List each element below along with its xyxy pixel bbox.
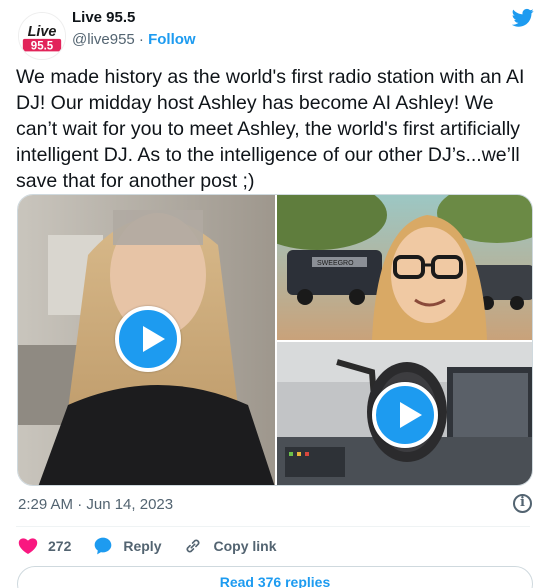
video-thumbnail-studio[interactable] (277, 342, 532, 485)
twitter-bird-icon[interactable] (512, 8, 534, 28)
logo-bottom-text: 95.5 (31, 40, 54, 52)
reply-bubble-icon (95, 537, 112, 555)
tweet-card: Live 95.5 Live 95.5 @live955 · Follow We… (0, 0, 546, 588)
reply-button[interactable]: Reply (93, 536, 161, 556)
link-icon (187, 539, 200, 553)
like-count: 272 (48, 538, 72, 554)
follow-button[interactable]: Follow (148, 31, 196, 48)
reply-label: Reply (123, 538, 162, 554)
separator: · (134, 31, 149, 48)
logo-top-text: Live (28, 24, 57, 40)
like-button[interactable]: 272 (18, 536, 71, 556)
image-ai-ashley[interactable]: SWEEGRO (277, 195, 532, 340)
copy-link-button[interactable]: Copy link (183, 536, 277, 556)
ai-ashley-art: SWEEGRO (277, 195, 532, 340)
copy-link-label: Copy link (213, 538, 277, 554)
video-thumbnail-left[interactable] (18, 195, 275, 485)
tweet-timestamp[interactable]: 2:29 AM · Jun 14, 2023 (18, 496, 173, 513)
media-grid: SWEEGRO (17, 194, 533, 486)
read-replies-button[interactable]: Read 376 replies (17, 566, 533, 588)
live955-logo: Live 95.5 (19, 13, 65, 59)
avatar[interactable]: Live 95.5 (18, 12, 66, 60)
divider (16, 526, 530, 527)
account-handle[interactable]: @live955 (72, 31, 135, 48)
account-name[interactable]: Live 95.5 (72, 9, 135, 26)
action-bar: 272 Reply Copy link (18, 536, 299, 556)
tweet-text: We made history as the world's first rad… (16, 66, 525, 192)
info-icon[interactable] (513, 494, 532, 513)
handle-row: @live955 · Follow (72, 31, 196, 48)
play-button-studio[interactable] (372, 382, 438, 448)
truck-text: SWEEGRO (317, 260, 354, 267)
heart-icon (18, 538, 38, 554)
play-button-left[interactable] (115, 306, 181, 372)
